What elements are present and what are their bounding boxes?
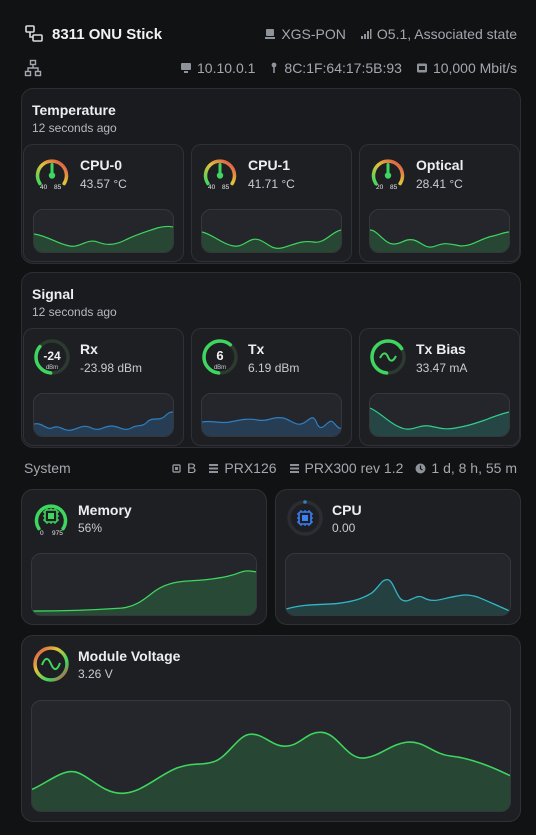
cpu-name: CPU xyxy=(332,502,362,518)
tx-ring-gauge: 6 dBm xyxy=(201,338,239,376)
pin-icon xyxy=(269,62,279,74)
memory-value: 56% xyxy=(78,521,103,535)
temp-tile-cpu1[interactable]: 40 85 CPU-1 41.71 °C xyxy=(191,144,352,262)
signal-name: Rx xyxy=(80,341,98,357)
chip-icon xyxy=(171,463,182,474)
svg-text:dBm: dBm xyxy=(46,365,58,371)
temp-value: 43.57 °C xyxy=(80,177,127,191)
svg-text:40: 40 xyxy=(208,184,216,191)
temp-sparkline xyxy=(201,209,342,253)
cpu-chip-gauge-icon xyxy=(286,499,324,537)
temperature-title: Temperature xyxy=(32,102,116,118)
svg-text:85: 85 xyxy=(54,184,62,191)
uptime: 1 d, 8 h, 55 m xyxy=(415,460,517,476)
cpu-value: 0.00 xyxy=(332,521,356,535)
cpu-sparkline xyxy=(285,553,511,616)
temp-sparkline xyxy=(33,209,174,253)
thermometer-gauge-icon: 40 85 xyxy=(33,154,71,192)
cpu-tile[interactable]: CPU 0.00 xyxy=(275,489,521,625)
svg-text:0: 0 xyxy=(40,530,44,537)
voltage-value: 3.26 V xyxy=(78,667,113,681)
svg-text:85: 85 xyxy=(222,184,230,191)
wave-gauge-icon xyxy=(32,645,70,683)
network-icon xyxy=(24,59,42,77)
network-header: 10.10.0.1 8C:1F:64:17:5B:93 10,000 Mbit/… xyxy=(24,56,517,80)
temp-tile-optical[interactable]: 20 85 Optical 28.41 °C xyxy=(359,144,520,262)
txbias-sparkline xyxy=(369,393,510,437)
signal-card: Signal 12 seconds ago -24 dBm Rx -23.98 … xyxy=(21,272,521,448)
svg-text:20: 20 xyxy=(376,184,384,191)
temp-name: CPU-1 xyxy=(248,157,291,173)
temp-name: Optical xyxy=(416,157,464,173)
clock-icon xyxy=(415,463,426,474)
board-revision: PRX300 rev 1.2 xyxy=(289,460,403,476)
signal-bars-icon xyxy=(360,28,372,40)
svg-text:40: 40 xyxy=(40,184,48,191)
voltage-tile[interactable]: Module Voltage 3.26 V xyxy=(21,635,521,822)
cpu-model: PRX126 xyxy=(208,460,277,476)
svg-text:85: 85 xyxy=(390,184,398,191)
signal-value: -23.98 dBm xyxy=(80,361,143,375)
voltage-name: Module Voltage xyxy=(78,648,181,664)
temp-value: 28.41 °C xyxy=(416,177,463,191)
rx-ring-gauge: -24 dBm xyxy=(33,338,71,376)
voltage-sparkline xyxy=(31,700,511,812)
signal-tile-tx[interactable]: 6 dBm Tx 6.19 dBm xyxy=(191,328,352,446)
device-name: 8311 ONU Stick xyxy=(52,25,163,43)
system-label: System xyxy=(24,460,71,476)
signal-tile-rx[interactable]: -24 dBm Rx -23.98 dBm xyxy=(23,328,184,446)
wave-ring-gauge xyxy=(369,338,407,376)
memory-sparkline xyxy=(31,553,257,616)
signal-tile-txbias[interactable]: Tx Bias 33.47 mA xyxy=(359,328,520,446)
firmware-bank: B xyxy=(171,460,196,476)
svg-text:-24: -24 xyxy=(43,349,61,363)
devices-icon xyxy=(24,24,44,44)
mac-address: 8C:1F:64:17:5B:93 xyxy=(269,60,402,76)
svg-text:6: 6 xyxy=(216,348,223,363)
signal-updated: 12 seconds ago xyxy=(32,305,117,319)
temp-sparkline xyxy=(369,209,510,253)
memory-tile[interactable]: 0 975 Memory 56% xyxy=(21,489,267,625)
monitor-icon xyxy=(180,62,192,74)
tx-sparkline xyxy=(201,393,342,437)
pon-state: O5.1, Associated state xyxy=(360,26,517,42)
signal-title: Signal xyxy=(32,286,75,302)
thermometer-gauge-icon: 20 85 xyxy=(369,154,407,192)
device-header: 8311 ONU Stick XGS-PON O5.1, Associated … xyxy=(24,22,517,46)
ip-address: 10.10.0.1 xyxy=(180,60,255,76)
temperature-card: Temperature 12 seconds ago 40 85 CPU-0 4… xyxy=(21,88,521,264)
memory-name: Memory xyxy=(78,502,132,518)
server-icon xyxy=(208,463,219,474)
signal-name: Tx Bias xyxy=(416,341,466,357)
memory-chip-gauge-icon: 0 975 xyxy=(32,499,70,537)
svg-text:975: 975 xyxy=(52,530,63,537)
link-speed: 10,000 Mbit/s xyxy=(416,60,517,76)
signal-value: 33.47 mA xyxy=(416,361,468,375)
pon-icon xyxy=(264,28,276,40)
ethernet-icon xyxy=(416,62,428,74)
pon-type: XGS-PON xyxy=(264,26,346,42)
system-row: System B PRX126 PRX300 rev 1.2 1 d, 8 h,… xyxy=(24,459,517,477)
signal-value: 6.19 dBm xyxy=(248,361,300,375)
temp-tile-cpu0[interactable]: 40 85 CPU-0 43.57 °C xyxy=(23,144,184,262)
svg-text:dBm: dBm xyxy=(214,365,226,371)
server-icon xyxy=(289,463,300,474)
temp-value: 41.71 °C xyxy=(248,177,295,191)
rx-sparkline xyxy=(33,393,174,437)
thermometer-gauge-icon: 40 85 xyxy=(201,154,239,192)
temp-name: CPU-0 xyxy=(80,157,123,173)
signal-name: Tx xyxy=(248,341,265,357)
temperature-updated: 12 seconds ago xyxy=(32,121,117,135)
